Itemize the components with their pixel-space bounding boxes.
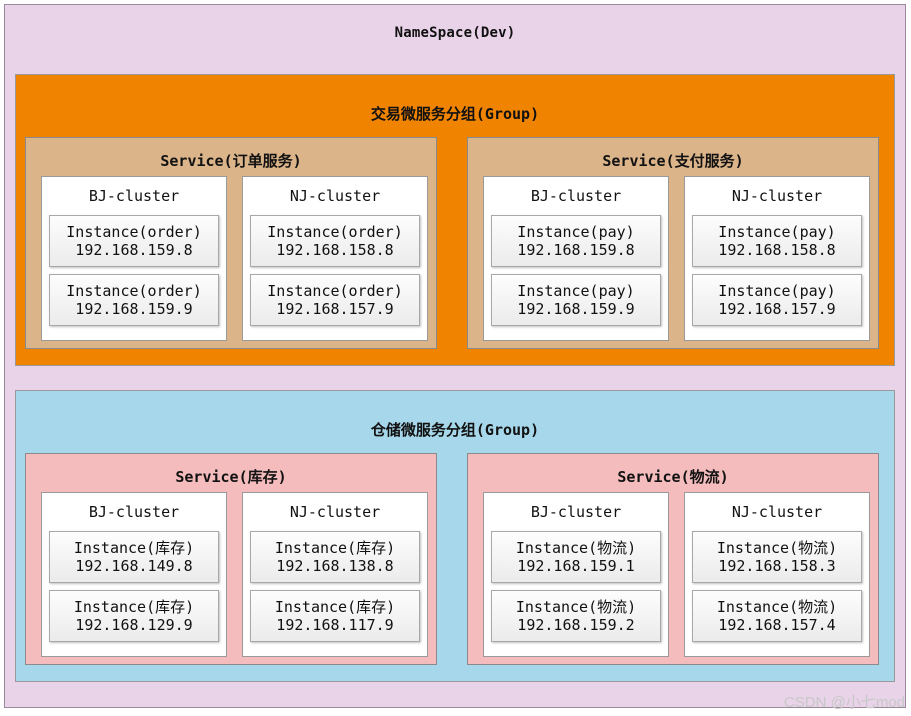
instance-name: Instance(order) <box>66 223 202 241</box>
instance-ip: 192.168.159.9 <box>75 300 193 318</box>
instance-box: Instance(物流) 192.168.157.4 <box>692 590 862 642</box>
instance-ip: 192.168.117.9 <box>276 616 394 634</box>
instance-box: Instance(物流) 192.168.159.1 <box>491 531 661 583</box>
instance-ip: 192.168.157.9 <box>718 300 836 318</box>
cluster-title: NJ-cluster <box>731 187 823 205</box>
cluster-title: BJ-cluster <box>530 187 622 205</box>
service-logistics: Service(物流) BJ-cluster Instance(物流) 192.… <box>467 453 879 665</box>
instance-box: Instance(pay) 192.168.157.9 <box>692 274 862 326</box>
instance-box: Instance(库存) 192.168.149.8 <box>49 531 219 583</box>
instance-name: Instance(物流) <box>515 598 637 616</box>
service-order: Service(订单服务) BJ-cluster Instance(order)… <box>25 137 437 349</box>
instance-name: Instance(order) <box>267 223 403 241</box>
instance-name: Instance(pay) <box>718 282 836 300</box>
service-title: Service(库存) <box>175 468 287 486</box>
service-inventory: Service(库存) BJ-cluster Instance(库存) 192.… <box>25 453 437 665</box>
instance-name: Instance(库存) <box>73 598 195 616</box>
cluster-bj: BJ-cluster Instance(物流) 192.168.159.1 In… <box>483 492 669 657</box>
namespace-title: NameSpace(Dev) <box>394 25 516 41</box>
cluster-title: BJ-cluster <box>530 503 622 521</box>
instance-name: Instance(物流) <box>716 598 838 616</box>
instance-name: Instance(pay) <box>517 223 635 241</box>
instance-box: Instance(库存) 192.168.117.9 <box>250 590 420 642</box>
instance-ip: 192.168.129.9 <box>75 616 193 634</box>
cluster-title: NJ-cluster <box>289 187 381 205</box>
instance-ip: 192.168.157.4 <box>718 616 836 634</box>
cluster-title: NJ-cluster <box>731 503 823 521</box>
instance-ip: 192.168.158.8 <box>718 241 836 259</box>
cluster-nj: NJ-cluster Instance(物流) 192.168.158.3 In… <box>684 492 870 657</box>
instance-box: Instance(order) 192.168.158.8 <box>250 215 420 267</box>
instance-ip: 192.168.158.3 <box>718 557 836 575</box>
instance-name: Instance(物流) <box>515 539 637 557</box>
instance-box: Instance(order) 192.168.159.8 <box>49 215 219 267</box>
group-trade: 交易微服务分组(Group) Service(订单服务) BJ-cluster … <box>15 74 895 366</box>
service-title: Service(订单服务) <box>160 152 302 170</box>
instance-ip: 192.168.159.2 <box>517 616 635 634</box>
cluster-nj: NJ-cluster Instance(pay) 192.168.158.8 I… <box>684 176 870 341</box>
instance-box: Instance(物流) 192.168.158.3 <box>692 531 862 583</box>
instance-box: Instance(order) 192.168.157.9 <box>250 274 420 326</box>
instance-box: Instance(库存) 192.168.129.9 <box>49 590 219 642</box>
instance-ip: 192.168.157.9 <box>276 300 394 318</box>
watermark: CSDN @小七mod <box>783 694 905 711</box>
instance-box: Instance(order) 192.168.159.9 <box>49 274 219 326</box>
instance-ip: 192.168.159.9 <box>517 300 635 318</box>
instance-box: Instance(pay) 192.168.159.8 <box>491 215 661 267</box>
instance-box: Instance(pay) 192.168.159.9 <box>491 274 661 326</box>
instance-ip: 192.168.158.8 <box>276 241 394 259</box>
instance-box: Instance(库存) 192.168.138.8 <box>250 531 420 583</box>
instance-name: Instance(物流) <box>716 539 838 557</box>
instance-name: Instance(order) <box>267 282 403 300</box>
namespace-box: NameSpace(Dev) 交易微服务分组(Group) Service(订单… <box>4 4 906 708</box>
instance-name: Instance(库存) <box>274 539 396 557</box>
cluster-title: NJ-cluster <box>289 503 381 521</box>
cluster-bj: BJ-cluster Instance(库存) 192.168.149.8 In… <box>41 492 227 657</box>
cluster-bj: BJ-cluster Instance(order) 192.168.159.8… <box>41 176 227 341</box>
service-title: Service(支付服务) <box>602 152 744 170</box>
cluster-nj: NJ-cluster Instance(库存) 192.168.138.8 In… <box>242 492 428 657</box>
cluster-nj: NJ-cluster Instance(order) 192.168.158.8… <box>242 176 428 341</box>
instance-name: Instance(库存) <box>73 539 195 557</box>
instance-name: Instance(order) <box>66 282 202 300</box>
service-title: Service(物流) <box>617 468 729 486</box>
cluster-title: BJ-cluster <box>88 503 180 521</box>
group-warehouse: 仓储微服务分组(Group) Service(库存) BJ-cluster In… <box>15 390 895 682</box>
service-pay: Service(支付服务) BJ-cluster Instance(pay) 1… <box>467 137 879 349</box>
instance-box: Instance(pay) 192.168.158.8 <box>692 215 862 267</box>
instance-ip: 192.168.138.8 <box>276 557 394 575</box>
instance-ip: 192.168.159.8 <box>517 241 635 259</box>
instance-box: Instance(物流) 192.168.159.2 <box>491 590 661 642</box>
instance-ip: 192.168.159.1 <box>517 557 635 575</box>
group-title: 仓储微服务分组(Group) <box>370 421 540 439</box>
instance-ip: 192.168.159.8 <box>75 241 193 259</box>
group-title: 交易微服务分组(Group) <box>370 105 540 123</box>
instance-name: Instance(库存) <box>274 598 396 616</box>
cluster-title: BJ-cluster <box>88 187 180 205</box>
instance-ip: 192.168.149.8 <box>75 557 193 575</box>
instance-name: Instance(pay) <box>517 282 635 300</box>
cluster-bj: BJ-cluster Instance(pay) 192.168.159.8 I… <box>483 176 669 341</box>
instance-name: Instance(pay) <box>718 223 836 241</box>
